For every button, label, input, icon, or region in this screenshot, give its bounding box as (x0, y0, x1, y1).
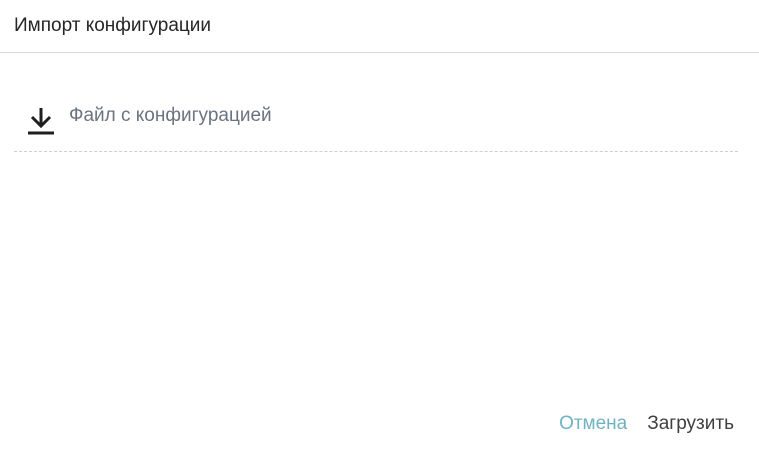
file-input-label: Файл с конфигурацией (69, 105, 272, 126)
dialog-title: Импорт конфигурации (14, 15, 211, 36)
cancel-button[interactable]: Отмена (559, 412, 627, 436)
import-config-dialog: Импорт конфигурации Файл с конфигурацией… (0, 0, 759, 458)
dialog-header: Импорт конфигурации (0, 0, 759, 53)
download-icon (28, 108, 54, 135)
upload-button[interactable]: Загрузить (647, 412, 734, 436)
dialog-actions: Отмена Загрузить (559, 412, 734, 436)
config-file-input[interactable]: Файл с конфигурацией (14, 96, 738, 152)
